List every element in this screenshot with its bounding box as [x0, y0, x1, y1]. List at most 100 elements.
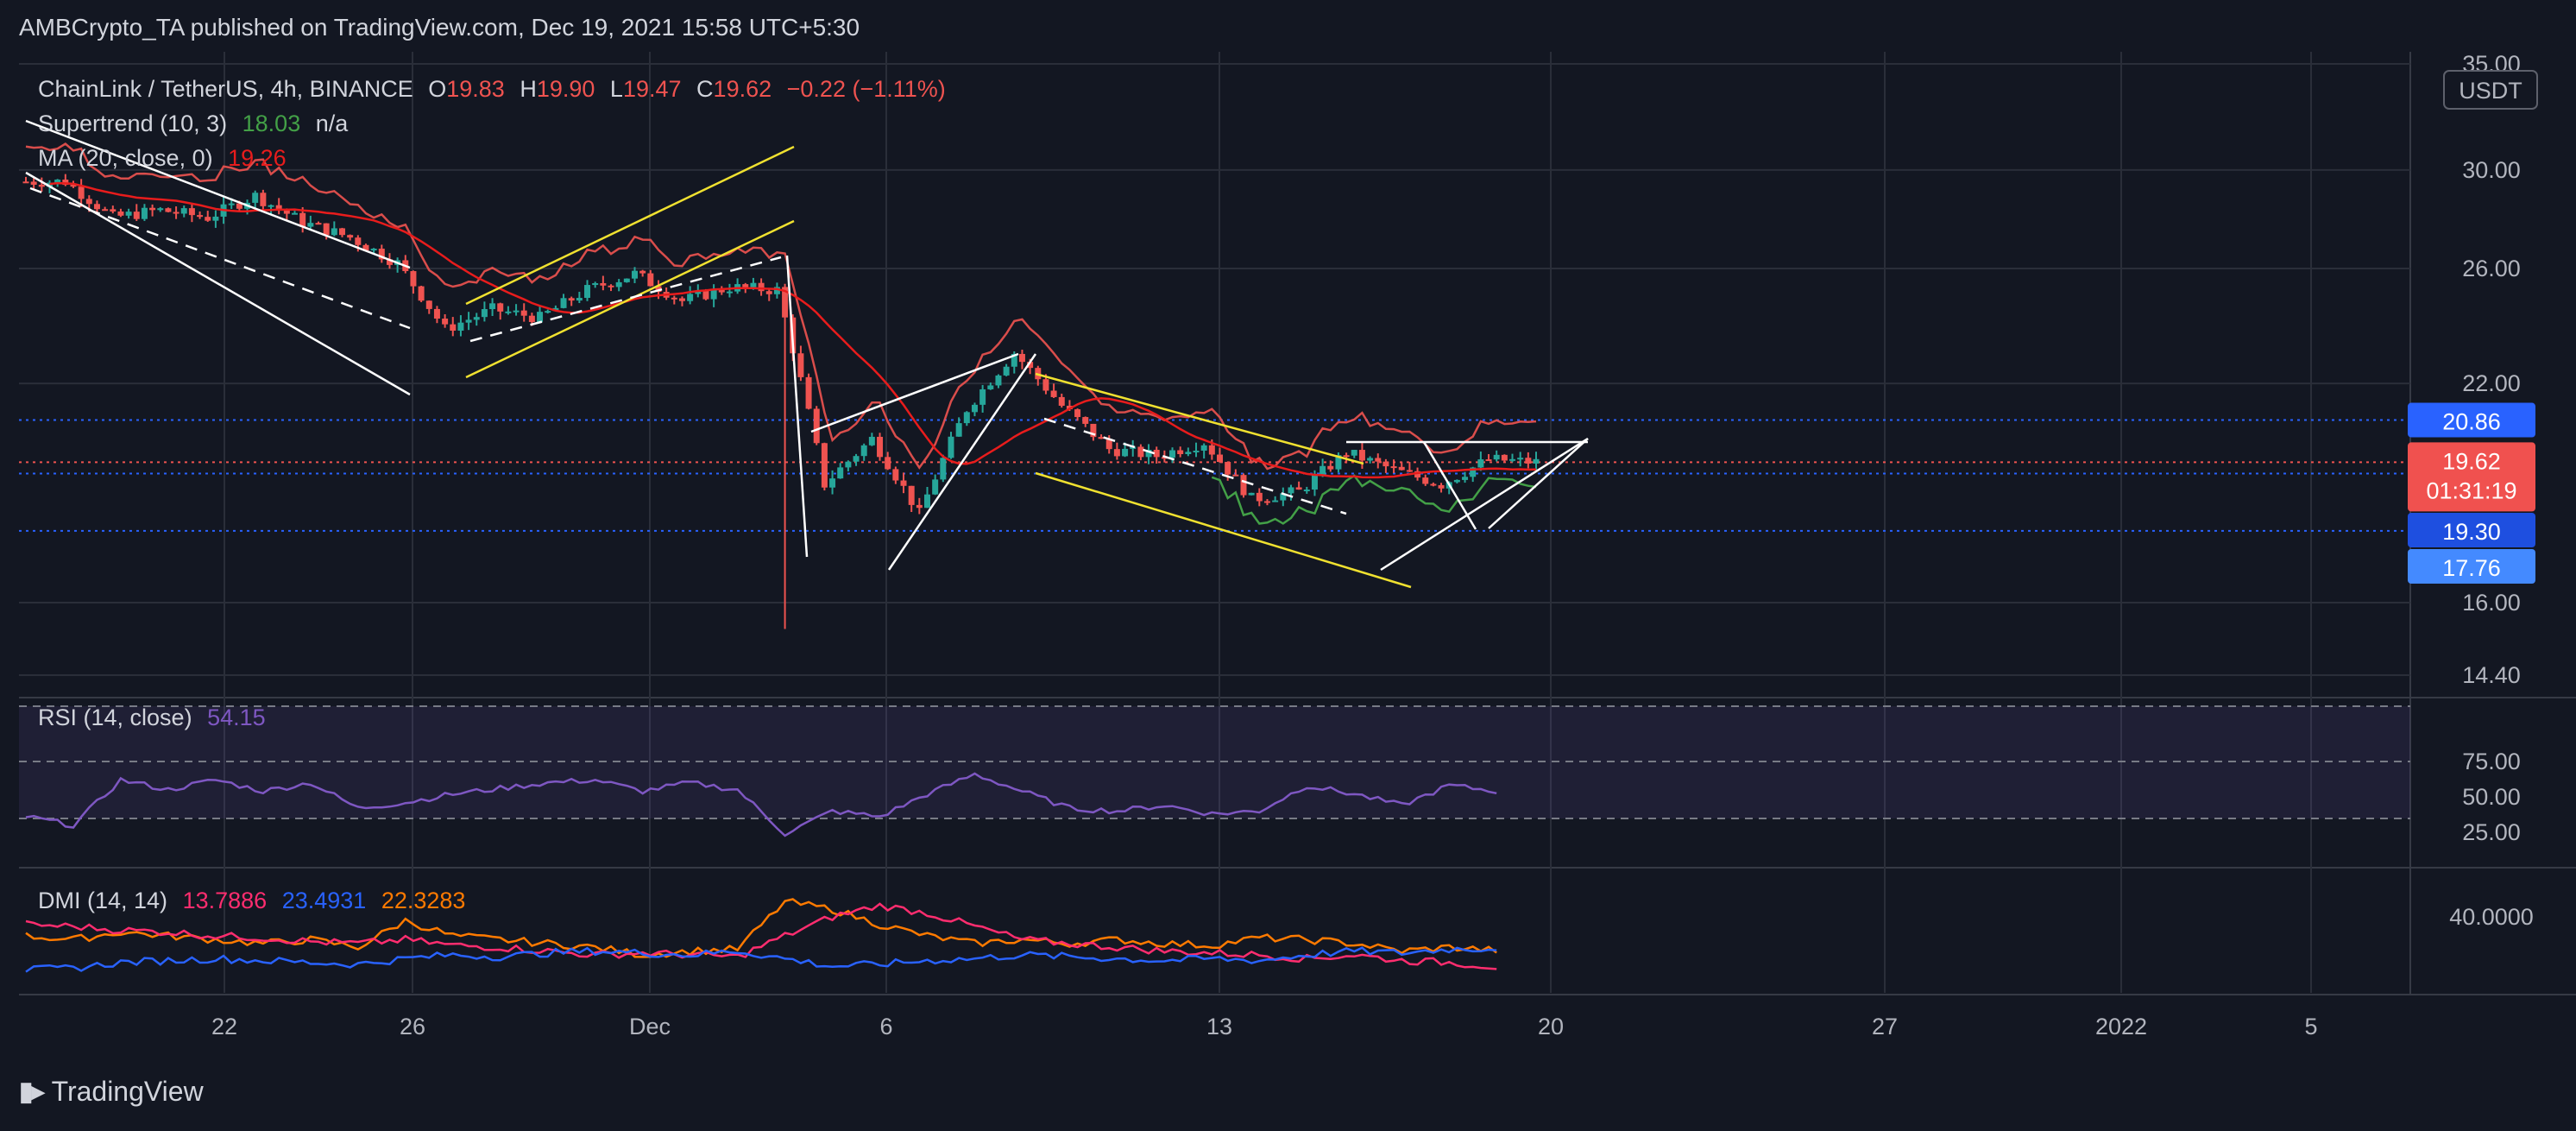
candle-body: [1240, 475, 1247, 496]
candle-body: [1248, 492, 1255, 496]
rsi-legend[interactable]: RSI (14, close) 54.15: [38, 705, 274, 731]
candle-body: [1517, 458, 1524, 460]
candle-body: [117, 211, 124, 216]
candle-body: [537, 312, 544, 322]
trendline: [469, 256, 782, 343]
supertrend-extra: n/a: [315, 111, 349, 136]
candle-body: [1272, 500, 1279, 502]
candle-body: [750, 282, 757, 287]
candle-body: [860, 445, 867, 457]
main-legend: ChainLink / TetherUS, 4h, BINANCE O19.83…: [38, 76, 954, 103]
chart-canvas[interactable]: 22 26 Dec 6 13 20 27 2022 535.0030.0026.0022.001…: [0, 0, 2576, 1131]
candle-body: [188, 208, 195, 216]
candle-body: [125, 212, 132, 216]
candle-body: [955, 423, 962, 437]
x-tick-label: 20: [1538, 1014, 1564, 1039]
dmi-tick-label: 40.0000: [2449, 904, 2534, 930]
candle-body: [1122, 448, 1129, 457]
candle-body: [600, 282, 607, 286]
candle-body: [678, 298, 685, 301]
price-tags: 20.86 19.62 01:31:19 19.30 17.76: [2408, 402, 2535, 584]
candle-body: [742, 284, 749, 287]
candle-body: [212, 216, 219, 221]
supertrend-legend[interactable]: Supertrend (10, 3) 18.03 n/a: [38, 111, 356, 137]
supertrend-label: Supertrend (10, 3): [38, 111, 228, 136]
y-tick-label: 30.00: [2462, 157, 2521, 183]
candle-body: [1050, 390, 1057, 397]
candle-body: [30, 181, 37, 185]
candle-body: [268, 205, 274, 207]
candle-body: [180, 208, 187, 214]
change-value: −0.22 (−1.11%): [786, 76, 946, 102]
ma-legend[interactable]: MA (20, close, 0) 19.26: [38, 145, 295, 172]
x-tick-label: 2022: [2095, 1014, 2147, 1039]
candle-body: [38, 184, 45, 187]
candle-body: [971, 404, 978, 413]
dmi-legend[interactable]: DMI (14, 14) 13.7886 23.4931 22.3283: [38, 888, 474, 914]
candle-body: [900, 480, 907, 486]
candle-body: [1367, 458, 1374, 461]
open-value: 19.83: [446, 76, 505, 102]
candle-body: [141, 207, 148, 219]
currency-badge-label: USDT: [2459, 78, 2522, 104]
candle-body: [647, 273, 654, 287]
candle-body: [1193, 450, 1200, 452]
candle-body: [987, 385, 994, 389]
candle-body: [149, 207, 156, 211]
x-tick-label: Dec: [629, 1014, 671, 1039]
candle-body: [1422, 477, 1429, 484]
candle-body: [560, 298, 567, 308]
candle-body: [1525, 458, 1532, 464]
candle-body: [868, 436, 875, 445]
trendline: [1043, 417, 1347, 515]
candle-body: [418, 286, 425, 301]
candle-body: [315, 223, 322, 225]
candle-body: [228, 203, 235, 205]
candle-body: [568, 298, 575, 301]
trendline-drawings[interactable]: [25, 119, 1589, 589]
candle-body: [702, 290, 709, 300]
candle-body: [1375, 458, 1382, 462]
candle-body: [1390, 466, 1397, 469]
candlestick-series: [22, 174, 1540, 629]
candle-body: [1319, 465, 1326, 476]
symbol-label[interactable]: ChainLink / TetherUS, 4h, BINANCE: [38, 76, 413, 102]
dmi-label: DMI (14, 14): [38, 888, 168, 913]
rsi-value: 54.15: [207, 705, 266, 730]
tradingview-brand-text: TradingView: [51, 1076, 204, 1107]
axes: 22 26 Dec 6 13 20 27 2022 535.0030.0026.0022.001…: [211, 51, 2538, 1039]
candle-body: [1438, 484, 1445, 489]
x-tick-label: 5: [2304, 1014, 2317, 1039]
candle-body: [22, 181, 29, 184]
candle-body: [837, 467, 844, 479]
candle-body: [85, 199, 92, 205]
candle-body: [1018, 353, 1025, 363]
price-levels: [19, 419, 2410, 532]
candle-body: [513, 310, 520, 313]
candle-body: [260, 193, 267, 206]
candle-body: [545, 311, 551, 313]
candle-body: [687, 294, 694, 301]
candle-body: [623, 278, 630, 282]
candle-body: [813, 408, 820, 444]
support-price-tag-label: 19.30: [2442, 519, 2501, 545]
supertrend-value: 18.03: [242, 111, 301, 136]
x-tick-label: 27: [1872, 1014, 1898, 1039]
candle-body: [473, 317, 480, 320]
candle-body: [505, 311, 512, 313]
tradingview-logo[interactable]: ▮▸ TradingView: [19, 1076, 204, 1108]
candle-body: [173, 212, 180, 214]
candle-body: [450, 324, 457, 332]
candle-body: [631, 270, 638, 279]
candle-body: [528, 315, 535, 322]
rsi-tick-label: 25.00: [2462, 819, 2521, 845]
candle-body: [797, 353, 804, 377]
candle-body: [758, 282, 765, 292]
candle-body: [292, 212, 299, 215]
candle-body: [995, 375, 1002, 386]
candle-body: [1382, 461, 1389, 467]
y-tick-label: 22.00: [2462, 370, 2521, 396]
y-tick-label: 16.00: [2462, 590, 2521, 616]
low-label: L: [609, 76, 623, 102]
candle-body: [979, 389, 986, 405]
